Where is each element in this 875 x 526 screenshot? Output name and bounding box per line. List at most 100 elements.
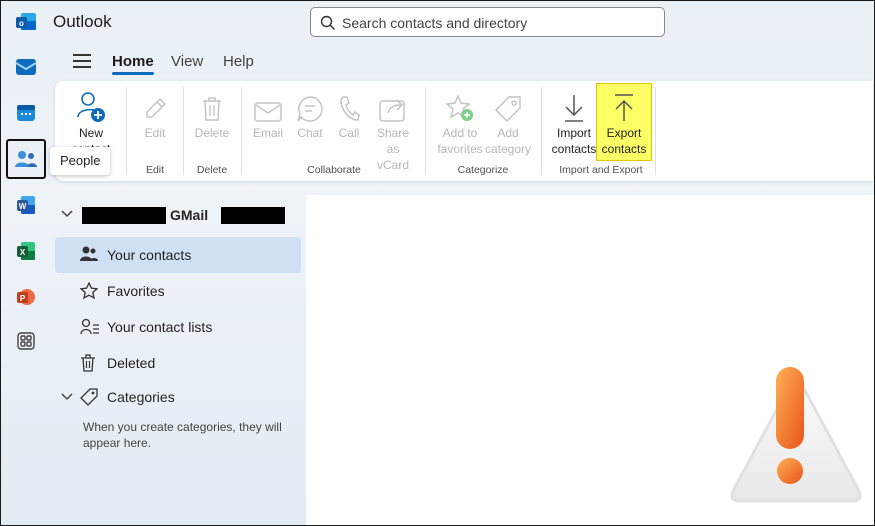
new-contact-label: New	[78, 126, 103, 140]
group-label-import-export: Import and Export	[559, 164, 643, 176]
warning-icon	[730, 367, 862, 503]
search-input[interactable]: Search contacts and directory	[342, 15, 527, 31]
search-box[interactable]: Search contacts and directory	[310, 7, 665, 37]
ribbon-separator	[183, 87, 184, 175]
account-header[interactable]: GMail	[55, 203, 305, 227]
rail-word[interactable]: W	[6, 185, 46, 225]
nav-item-your-contacts[interactable]: Your contacts	[55, 237, 301, 273]
calendar-icon	[17, 105, 35, 121]
pencil-icon	[146, 97, 167, 118]
navigation-pane: GMail Your contacts Favorites Your conta…	[55, 195, 305, 525]
hamburger-menu-icon[interactable]	[73, 54, 91, 68]
add-person-icon	[77, 92, 105, 122]
search-icon	[320, 15, 335, 30]
tab-view[interactable]: View	[171, 53, 203, 70]
upload-arrow-icon	[615, 94, 633, 121]
import-label-line2: contacts	[551, 142, 597, 156]
excel-icon: X	[17, 242, 35, 260]
nav-item-label: Deleted	[107, 355, 156, 371]
outlook-logo-icon: o	[16, 13, 36, 30]
apps-icon	[17, 332, 35, 350]
contact-list-icon	[80, 318, 99, 335]
account-name: GMail	[170, 207, 209, 223]
people-icon	[15, 151, 37, 167]
rail-people[interactable]	[6, 139, 46, 179]
call-button[interactable]: Call	[333, 89, 365, 141]
nav-item-label: Your contacts	[107, 247, 192, 263]
star-icon	[80, 282, 98, 300]
content-pane	[306, 195, 874, 525]
nav-item-favorites[interactable]: Favorites	[55, 273, 301, 309]
nav-item-label: Your contact lists	[107, 319, 213, 335]
email-button[interactable]: Email	[251, 89, 285, 141]
ribbon-separator	[655, 87, 656, 175]
categories-hint: When you create categories, they will ap…	[83, 420, 282, 450]
ribbon-separator	[241, 87, 242, 175]
share-vcard-button[interactable]: Share as vCard	[369, 89, 417, 173]
outlook-window: o Outlook Search contacts and directory	[0, 0, 875, 526]
export-label: Export	[606, 126, 642, 140]
group-label-categorize: Categorize	[457, 164, 509, 176]
add-category-label-line2: category	[485, 142, 532, 156]
trash-icon	[81, 354, 95, 372]
svg-text:P: P	[20, 294, 26, 303]
chevron-down-icon	[61, 210, 73, 218]
nav-item-label: Categories	[107, 389, 175, 405]
rail-excel[interactable]: X	[6, 231, 46, 271]
export-label-line2: contacts	[601, 142, 647, 156]
add-category-label: Add	[497, 126, 519, 140]
add-to-favorites-button[interactable]: Add to favorites	[435, 89, 485, 157]
mail-icon	[15, 59, 37, 75]
app-rail: W X P	[1, 43, 51, 525]
nav-item-categories[interactable]: Categories	[55, 379, 301, 415]
delete-button[interactable]: Delete	[189, 89, 235, 141]
ribbon-separator	[126, 87, 127, 175]
export-contacts-button[interactable]: Export contacts	[596, 83, 652, 161]
chat-icon	[297, 96, 323, 122]
import-label: Import	[556, 126, 591, 140]
svg-text:o: o	[19, 19, 24, 28]
rail-more-apps[interactable]	[6, 321, 46, 361]
people-icon	[80, 246, 98, 261]
people-tooltip: People	[50, 147, 111, 175]
rail-mail[interactable]	[6, 47, 46, 87]
svg-text:X: X	[20, 248, 26, 257]
tab-help[interactable]: Help	[223, 53, 254, 70]
share-label: Share as	[376, 126, 410, 156]
import-contacts-button[interactable]: Import contacts	[549, 89, 599, 157]
envelope-icon	[254, 102, 282, 122]
tab-home[interactable]: Home	[112, 53, 154, 75]
trash-icon	[203, 97, 221, 121]
edit-label: Edit	[144, 126, 166, 140]
redacted-block	[221, 207, 285, 224]
delete-label: Delete	[194, 126, 230, 140]
nav-item-contact-lists[interactable]: Your contact lists	[55, 309, 301, 345]
phone-icon	[340, 96, 360, 121]
edit-button[interactable]: Edit	[133, 89, 177, 141]
ribbon: New contact Edit Edit Delete	[55, 81, 873, 181]
download-arrow-icon	[565, 95, 583, 122]
ribbon-separator	[541, 87, 542, 175]
nav-item-label: Favorites	[107, 283, 165, 299]
tag-icon	[494, 96, 521, 123]
email-label: Email	[252, 126, 283, 140]
powerpoint-icon: P	[17, 289, 35, 305]
add-category-button[interactable]: Add category	[485, 89, 531, 157]
star-add-icon	[445, 94, 473, 121]
chevron-down-icon	[61, 393, 73, 401]
svg-text:W: W	[19, 202, 27, 211]
ribbon-separator	[425, 87, 426, 175]
group-label-edit: Edit	[145, 164, 165, 176]
word-icon: W	[17, 196, 35, 214]
top-bar: o Outlook Search contacts and directory	[1, 1, 874, 43]
rail-powerpoint[interactable]: P	[6, 277, 46, 317]
nav-item-deleted[interactable]: Deleted	[55, 345, 301, 381]
new-contact-button[interactable]: New contact	[69, 89, 113, 147]
redacted-block	[82, 207, 166, 224]
share-icon	[379, 99, 405, 122]
rail-calendar[interactable]	[6, 93, 46, 133]
app-title: Outlook	[53, 12, 112, 31]
add-fav-label: Add to	[442, 126, 478, 140]
chat-button[interactable]: Chat	[293, 89, 327, 141]
group-label-collaborate: Collaborate	[307, 164, 361, 176]
